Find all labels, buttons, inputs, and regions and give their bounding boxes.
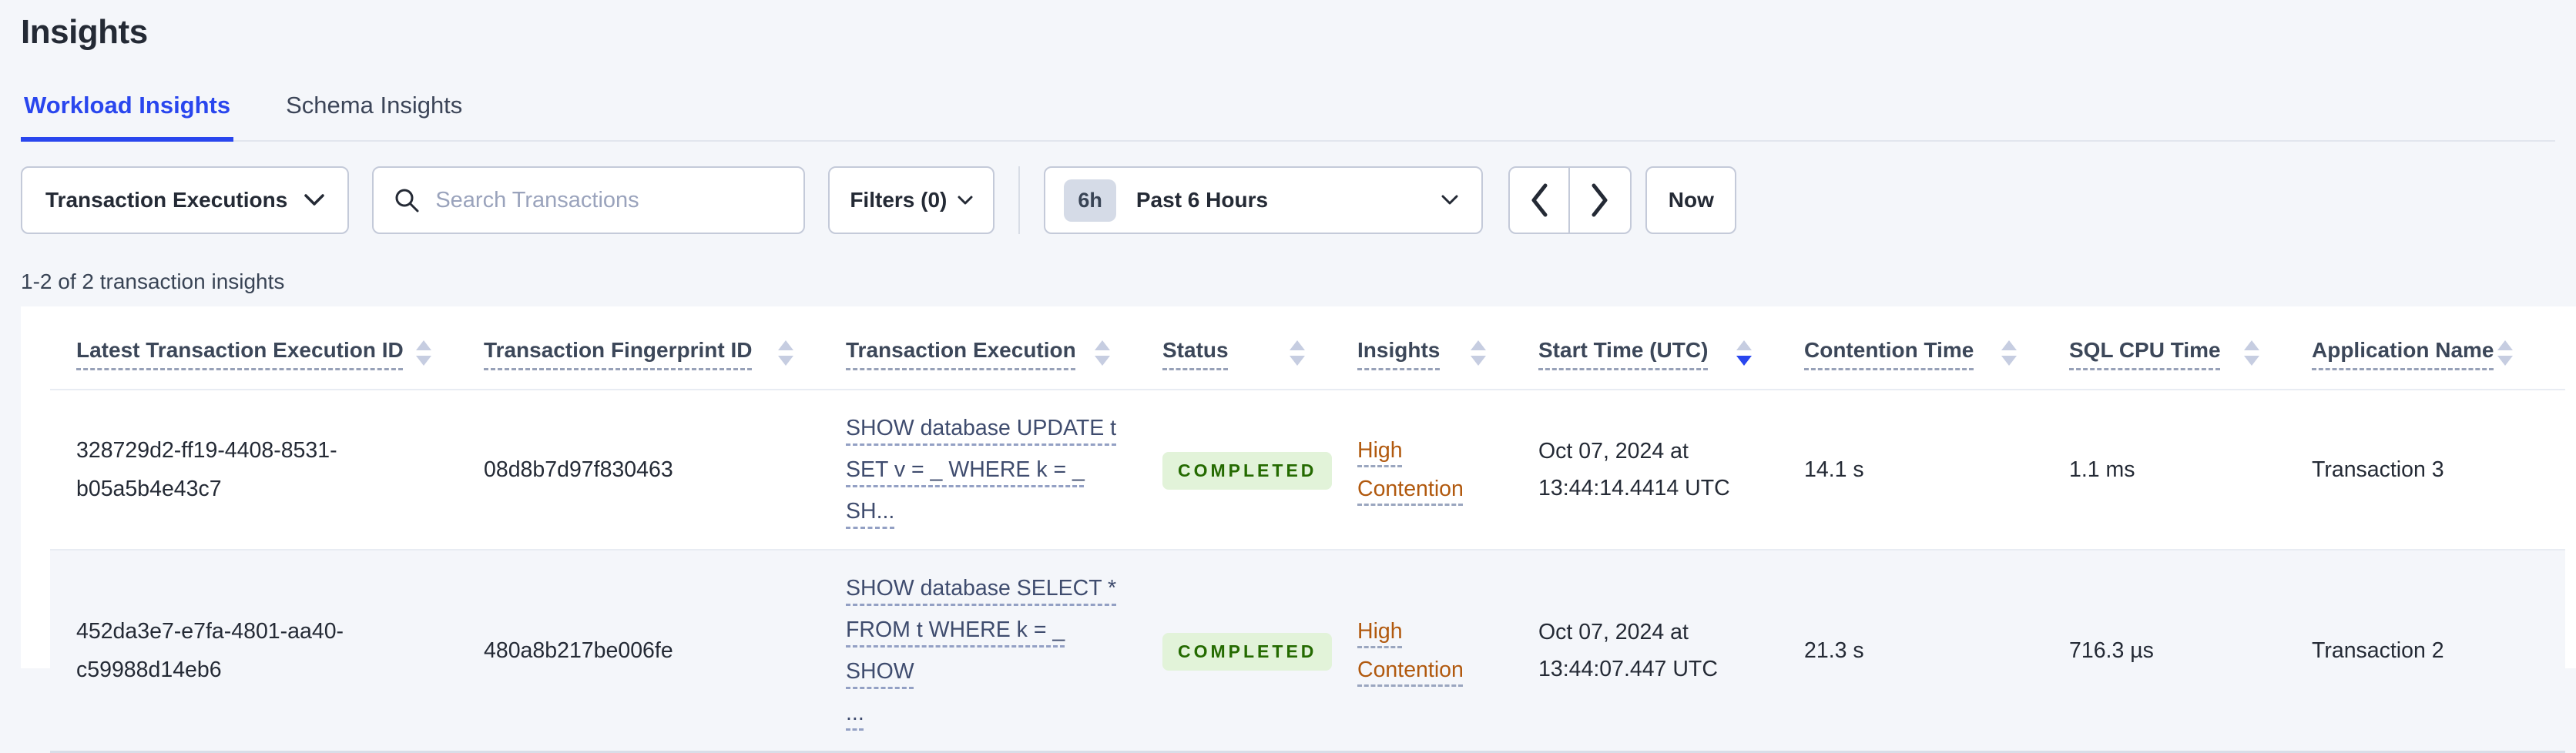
sort-icon[interactable] [416, 340, 431, 366]
sort-icon[interactable] [778, 340, 793, 366]
column-header-status[interactable]: Status [1162, 306, 1357, 390]
time-range-picker[interactable]: 6h Past 6 Hours [1044, 166, 1484, 234]
view-type-dropdown[interactable]: Transaction Executions [21, 166, 350, 234]
contention-time-cell: 21.3 s [1804, 549, 2069, 753]
time-nav-arrows [1508, 166, 1632, 234]
tab-schema-insights[interactable]: Schema Insights [283, 91, 465, 142]
chevron-down-icon [958, 196, 973, 206]
chevron-down-icon [1441, 195, 1458, 206]
now-label: Now [1668, 188, 1714, 212]
table-row: 328729d2-ff19-4408-8531- b05a5b4e43c7 08d… [50, 390, 2565, 550]
status-cell: COMPLETED [1162, 390, 1357, 550]
transaction-statement-link[interactable]: SHOW database SELECT * FROM t WHERE k = _… [846, 576, 1116, 725]
fingerprint-id-cell: 08d8b7d97f830463 [484, 457, 673, 482]
controls-bar: Transaction Executions Filters (0) 6h Pa… [21, 166, 2555, 234]
filters-label: Filters (0) [850, 188, 948, 212]
transaction-insights-table: Latest Transaction Execution ID Transact… [50, 306, 2565, 753]
sort-icon-active-desc[interactable] [1736, 340, 1752, 366]
sort-icon[interactable] [2497, 340, 2513, 366]
column-header-contention-time[interactable]: Contention Time [1804, 306, 2069, 390]
sql-cpu-time-cell: 1.1 ms [2069, 457, 2135, 482]
insights-table-card: Latest Transaction Execution ID Transact… [21, 306, 2576, 753]
sort-icon[interactable] [1095, 340, 1110, 366]
execution-id-cell: 328729d2-ff19-4408-8531- b05a5b4e43c7 [76, 438, 337, 501]
transaction-statement-link[interactable]: SHOW database UPDATE t SET v = _ WHERE k … [846, 416, 1116, 524]
time-range-label: Past 6 Hours [1135, 188, 1269, 212]
status-badge: COMPLETED [1162, 451, 1333, 490]
execution-id-cell: 452da3e7-e7fa-4801-aa40- c59988d14eb6 [50, 549, 484, 753]
tab-workload-insights[interactable]: Workload Insights [21, 91, 234, 142]
column-header-insights[interactable]: Insights [1357, 306, 1538, 390]
tab-bar: Workload Insights Schema Insights [21, 91, 2555, 142]
sql-cpu-time-cell: 716.3 µs [2069, 549, 2312, 753]
results-summary: 1-2 of 2 transaction insights [21, 269, 285, 293]
table-row: 452da3e7-e7fa-4801-aa40- c59988d14eb6 480… [50, 549, 2565, 753]
table-header-row: Latest Transaction Execution ID Transact… [50, 306, 2565, 390]
column-header-transaction-execution[interactable]: Transaction Execution [846, 306, 1162, 390]
view-type-label: Transaction Executions [45, 188, 288, 212]
search-input[interactable] [434, 186, 789, 214]
search-icon [394, 187, 420, 213]
high-contention-link[interactable]: High Contention [1357, 438, 1464, 501]
sort-icon[interactable] [1290, 340, 1305, 366]
sort-icon[interactable] [2244, 340, 2259, 366]
column-header-start-time[interactable]: Start Time (UTC) [1538, 306, 1804, 390]
fingerprint-id-cell: 480a8b217be006fe [484, 549, 846, 753]
column-header-latest-execution-id[interactable]: Latest Transaction Execution ID [50, 306, 484, 390]
next-time-button[interactable] [1570, 168, 1630, 233]
transaction-execution-cell: SHOW database UPDATE t SET v = _ WHERE k … [846, 390, 1162, 550]
time-range-badge: 6h [1064, 179, 1116, 222]
high-contention-link[interactable]: High Contention [1357, 619, 1464, 682]
sort-icon[interactable] [1471, 340, 1486, 366]
chevron-right-icon [1592, 183, 1608, 217]
transaction-execution-cell: SHOW database SELECT * FROM t WHERE k = _… [846, 549, 1162, 753]
page-title: Insights [21, 13, 148, 51]
column-header-fingerprint-id[interactable]: Transaction Fingerprint ID [484, 306, 846, 390]
chevron-left-icon [1531, 183, 1548, 217]
column-header-sql-cpu-time[interactable]: SQL CPU Time [2069, 306, 2312, 390]
now-button[interactable]: Now [1645, 166, 1737, 234]
start-time-cell: Oct 07, 2024 at 13:44:14.4414 UTC [1538, 439, 1730, 500]
start-time-cell: Oct 07, 2024 at 13:44:07.447 UTC [1538, 549, 1804, 753]
status-badge: COMPLETED [1162, 632, 1333, 671]
previous-time-button[interactable] [1510, 168, 1571, 233]
insights-cell: High Contention [1357, 549, 1538, 753]
application-name-cell: Transaction 3 [2312, 457, 2444, 482]
contention-time-cell: 14.1 s [1804, 457, 1864, 482]
page-header: Insights [0, 0, 2576, 52]
chevron-down-icon [304, 194, 325, 206]
search-box[interactable] [372, 166, 806, 234]
insights-cell: High Contention [1357, 390, 1538, 550]
status-cell: COMPLETED [1162, 549, 1357, 753]
vertical-divider [1018, 166, 1021, 234]
sort-icon[interactable] [2001, 340, 2017, 366]
column-header-application-name[interactable]: Application Name [2312, 306, 2565, 390]
application-name-cell: Transaction 2 [2312, 549, 2565, 753]
filters-button[interactable]: Filters (0) [828, 166, 995, 234]
